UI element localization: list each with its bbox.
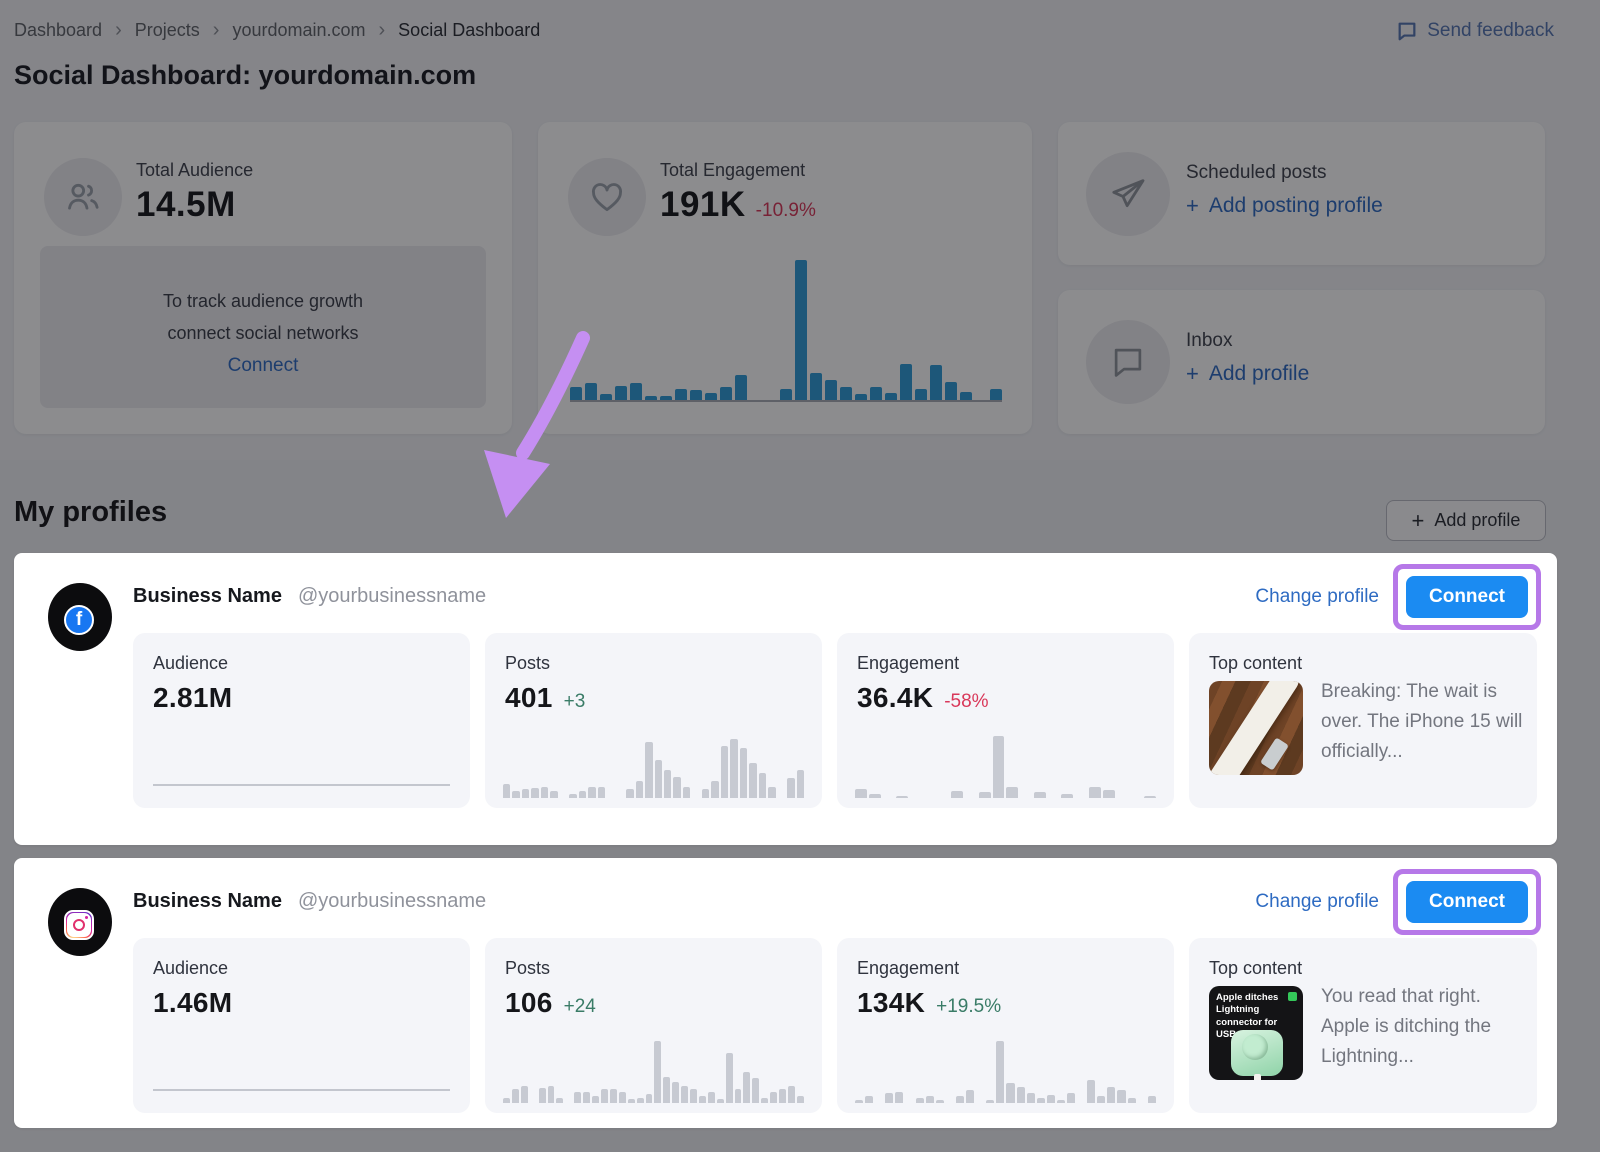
profile-handle: @yourbusinessname bbox=[298, 585, 486, 607]
connect-highlight-annotation: Connect bbox=[1393, 564, 1541, 630]
top-content-card: Top content Breaking: The wait is over. … bbox=[1189, 633, 1537, 808]
engagement-change: -58% bbox=[944, 691, 988, 712]
top-content-thumbnail[interactable] bbox=[1209, 681, 1303, 775]
engagement-number: 36.4K bbox=[857, 682, 933, 713]
audience-stat-card: Audience 1.46M bbox=[133, 938, 470, 1113]
audience-stat-card: Audience 2.81M bbox=[133, 633, 470, 808]
change-profile-link[interactable]: Change profile bbox=[1255, 891, 1379, 913]
connect-highlight-annotation: Connect bbox=[1393, 869, 1541, 935]
audience-value: 1.46M bbox=[153, 987, 450, 1019]
posts-value: 106 +24 bbox=[505, 987, 802, 1019]
connect-button[interactable]: Connect bbox=[1406, 576, 1528, 618]
posts-sparkline bbox=[503, 1041, 804, 1103]
publisher-logo bbox=[1288, 992, 1297, 1001]
engagement-change: +19.5% bbox=[936, 996, 1001, 1017]
top-content-label: Top content bbox=[1209, 653, 1517, 674]
engagement-label: Engagement bbox=[857, 653, 1154, 674]
instagram-icon bbox=[64, 910, 94, 940]
posts-number: 106 bbox=[505, 987, 553, 1018]
facebook-icon: f bbox=[64, 605, 94, 635]
change-profile-link[interactable]: Change profile bbox=[1255, 586, 1379, 608]
engagement-stat-card: Engagement 134K +19.5% bbox=[837, 938, 1174, 1113]
top-content-text: Breaking: The wait is over. The iPhone 1… bbox=[1321, 677, 1525, 767]
engagement-sparkline bbox=[855, 1041, 1156, 1103]
audience-label: Audience bbox=[153, 958, 450, 979]
lightning-cable-graphic bbox=[1209, 681, 1303, 775]
posts-label: Posts bbox=[505, 958, 802, 979]
posts-label: Posts bbox=[505, 653, 802, 674]
posts-change: +24 bbox=[564, 996, 596, 1017]
annotation-arrow bbox=[440, 312, 660, 532]
audience-label: Audience bbox=[153, 653, 450, 674]
top-content-label: Top content bbox=[1209, 958, 1517, 979]
profile-name: Business Name @yourbusinessname bbox=[133, 585, 486, 608]
engagement-value: 36.4K -58% bbox=[857, 682, 1154, 714]
profile-row-instagram: Business Name @yourbusinessname Change pr… bbox=[14, 858, 1557, 1128]
posts-number: 401 bbox=[505, 682, 553, 713]
posts-sparkline bbox=[503, 736, 804, 798]
posts-stat-card: Posts 106 +24 bbox=[485, 938, 822, 1113]
lightning-connector-graphic bbox=[1260, 737, 1289, 770]
audience-flat-trend-line bbox=[153, 784, 450, 786]
posts-stat-card: Posts 401 +3 bbox=[485, 633, 822, 808]
engagement-sparkline bbox=[855, 736, 1156, 798]
engagement-stat-card: Engagement 36.4K -58% bbox=[837, 633, 1174, 808]
audience-flat-trend-line bbox=[153, 1089, 450, 1091]
usb-cable-graphic bbox=[1254, 1074, 1261, 1080]
my-profiles-panel: f Business Name @yourbusinessname Change … bbox=[14, 553, 1557, 1128]
camera-bump-graphic bbox=[1242, 1034, 1268, 1060]
business-name: Business Name bbox=[133, 585, 282, 607]
top-content-thumbnail[interactable]: Apple ditches Lightning connector for US… bbox=[1209, 986, 1303, 1080]
audience-value: 2.81M bbox=[153, 682, 450, 714]
top-content-text: You read that right. Apple is ditching t… bbox=[1321, 982, 1525, 1072]
business-name: Business Name bbox=[133, 890, 282, 912]
top-content-card: Top content Apple ditches Lightning conn… bbox=[1189, 938, 1537, 1113]
profile-name: Business Name @yourbusinessname bbox=[133, 890, 486, 913]
engagement-label: Engagement bbox=[857, 958, 1154, 979]
connect-button[interactable]: Connect bbox=[1406, 881, 1528, 923]
posts-value: 401 +3 bbox=[505, 682, 802, 714]
profile-row-facebook: f Business Name @yourbusinessname Change … bbox=[14, 553, 1557, 845]
profile-handle: @yourbusinessname bbox=[298, 890, 486, 912]
engagement-value: 134K +19.5% bbox=[857, 987, 1154, 1019]
engagement-number: 134K bbox=[857, 987, 925, 1018]
posts-change: +3 bbox=[564, 691, 586, 712]
